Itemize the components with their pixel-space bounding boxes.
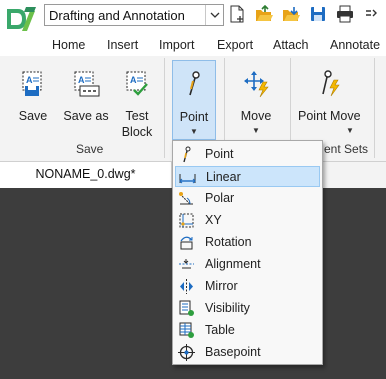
chevron-down-icon[interactable]: [205, 5, 223, 25]
tab-annotate[interactable]: Annotate: [330, 38, 380, 52]
menu-item-polar[interactable]: Polar: [175, 188, 320, 209]
open-icon[interactable]: [255, 5, 273, 23]
new-drawing-icon[interactable]: [228, 5, 246, 23]
svg-text:A: A: [26, 75, 33, 85]
ribbon-separator: [164, 58, 165, 158]
visibility-icon: [179, 300, 194, 316]
menu-item-visibility[interactable]: Visibility: [175, 298, 320, 319]
more-icon[interactable]: [362, 5, 380, 23]
menu-item-label: Visibility: [205, 301, 250, 315]
save-block-icon: A: [22, 71, 42, 96]
menu-item-label: Basepoint: [205, 345, 261, 359]
menu-item-mirror[interactable]: Mirror: [175, 276, 320, 297]
move-button-caret-icon: ▼: [252, 126, 260, 135]
tab-insert[interactable]: Insert: [107, 38, 138, 52]
workspace-select-value: Drafting and Annotation: [49, 8, 185, 23]
menu-item-label: Polar: [205, 191, 235, 205]
point-icon: [183, 146, 191, 163]
move-action-icon: [244, 71, 269, 98]
app-logo-icon[interactable]: [4, 5, 38, 33]
point-button-caret-icon: ▼: [190, 127, 198, 136]
menu-item-point[interactable]: Point: [175, 144, 320, 165]
mirror-icon: [180, 279, 193, 294]
tab-export[interactable]: Export: [217, 38, 253, 52]
menu-item-label: Alignment: [205, 257, 261, 271]
ribbon-separator: [374, 58, 375, 158]
menu-item-label: Linear: [206, 170, 241, 184]
document-tab-title: NONAME_0.dwg*: [35, 167, 136, 181]
tab-attach[interactable]: Attach: [273, 38, 308, 52]
workspace-select[interactable]: Drafting and Annotation: [44, 4, 224, 26]
document-tab[interactable]: NONAME_0.dwg*: [0, 162, 172, 188]
basepoint-icon: [178, 344, 195, 361]
test-block-icon: A: [126, 71, 148, 96]
point-move-label: Point Move: [298, 109, 361, 123]
menu-item-label: Mirror: [205, 279, 238, 293]
test-block-button[interactable]: A Test Block: [114, 60, 160, 140]
menu-item-rotation[interactable]: Rotation: [175, 232, 320, 253]
print-icon[interactable]: [336, 5, 354, 23]
test-block-label: Test Block: [114, 108, 160, 140]
tab-home[interactable]: Home: [52, 38, 85, 52]
point-move-caret-icon: ▼: [346, 126, 354, 135]
open-folder-icon[interactable]: [282, 5, 300, 23]
menu-item-label: Point: [205, 147, 234, 161]
linear-icon: [179, 174, 196, 184]
save-as-block-button[interactable]: A Save as: [60, 60, 112, 140]
menu-item-alignment[interactable]: Alignment: [175, 254, 320, 275]
point-parameter-button[interactable]: Point ▼: [172, 60, 216, 140]
test-block-label-line1: Test: [125, 109, 149, 123]
svg-text:A: A: [130, 75, 137, 85]
menu-item-xy[interactable]: XY: [175, 210, 320, 231]
ribbon-tabs: Home Insert Import Export Attach Annotat…: [0, 34, 386, 56]
rotation-icon: [180, 236, 193, 250]
point-move-button[interactable]: Point Move ▼: [298, 60, 361, 140]
save-group-label: Save: [76, 142, 104, 156]
menu-item-table[interactable]: Table: [175, 320, 320, 341]
menu-item-label: Table: [205, 323, 235, 337]
save-icon[interactable]: [309, 5, 327, 23]
point-button-label: Point: [179, 110, 209, 124]
save-block-label: Save: [18, 109, 48, 123]
parameter-dropdown-menu: Point Linear Polar XY Rotation Alignment…: [172, 140, 323, 365]
svg-text:A: A: [78, 75, 85, 85]
save-as-block-icon: A: [74, 71, 100, 97]
alignment-icon: [179, 259, 194, 269]
point-move-icon: [322, 70, 340, 97]
move-action-button[interactable]: Move ▼: [230, 60, 282, 140]
menu-item-basepoint[interactable]: Basepoint: [175, 342, 320, 363]
test-block-label-line2: Block: [121, 125, 153, 139]
point-param-icon: [189, 71, 200, 96]
save-block-button[interactable]: A Save: [8, 60, 58, 140]
tab-import[interactable]: Import: [159, 38, 194, 52]
move-button-label: Move: [240, 109, 272, 123]
action-sets-group-label: ent Sets: [324, 142, 369, 156]
table-icon: [179, 322, 194, 338]
xy-icon: [179, 213, 194, 228]
menu-item-label: XY: [205, 213, 222, 227]
menu-item-label: Rotation: [205, 235, 252, 249]
save-as-block-label: Save as: [63, 109, 109, 123]
menu-item-linear[interactable]: Linear: [175, 166, 320, 187]
polar-icon: [179, 192, 193, 205]
quick-access-bar: Drafting and Annotation: [0, 0, 386, 34]
